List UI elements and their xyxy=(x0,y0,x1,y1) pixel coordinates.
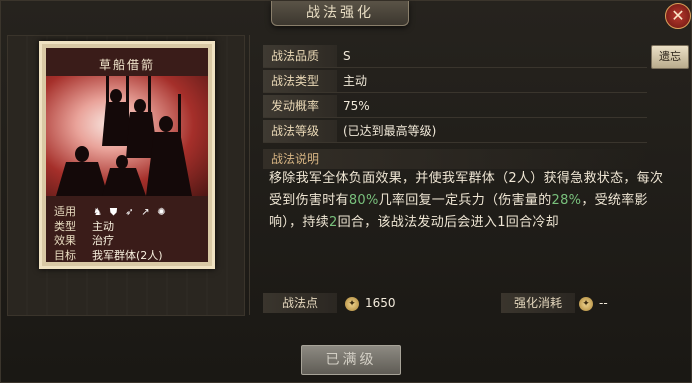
window-title: 战法强化 xyxy=(271,1,409,26)
skill-points-value: 1650 xyxy=(365,296,396,310)
stat-value: 主动 xyxy=(92,219,114,233)
stat-row-type: 类型 主动 xyxy=(54,220,204,235)
card-skill-name: 草船借箭 xyxy=(98,58,155,72)
level-value: (已达到最高等级) xyxy=(343,124,437,138)
stat-value: 我军群体(2人) xyxy=(92,248,163,262)
skill-description: 移除我军全体负面效果，并使我军群体（2人）获得急救状态，每次受到伤害时有80%几… xyxy=(269,168,673,234)
upgrade-cost-display: ✦ -- xyxy=(579,293,608,313)
stat-key: 类型 xyxy=(54,219,76,233)
type-row: 战法类型 主动 xyxy=(263,70,647,93)
upgrade-cost-row: 强化消耗 ✦ -- xyxy=(501,293,661,313)
skill-points-row: 战法点 ✦ 1650 xyxy=(263,293,453,313)
card-artwork xyxy=(46,76,208,196)
panel-divider xyxy=(249,35,250,315)
stat-value: 治疗 xyxy=(92,234,114,247)
forget-button[interactable]: 遗忘 xyxy=(651,45,689,69)
bow-icon: ➶ xyxy=(125,206,134,218)
stat-key: 适用 xyxy=(54,205,76,218)
rate-row: 发动概率 75% xyxy=(263,95,647,118)
desc-text: 回合，该战法发动后会进入1回合冷却 xyxy=(337,215,559,230)
chariot-icon: ✺ xyxy=(157,206,166,218)
type-label: 战法类型 xyxy=(263,70,337,92)
description-header: 战法说明 xyxy=(263,149,647,169)
cavalry-icon: ♞ xyxy=(93,206,102,218)
skill-enhance-window: 战法强化 ✕ 草船借箭 适用 ♞ ⛊ ➶ ↗ ✺ 类型 主动 效果 治疗 目标 … xyxy=(0,0,692,383)
skill-points-display: ✦ 1650 xyxy=(345,293,396,313)
skill-point-coin-icon: ✦ xyxy=(345,296,359,311)
quality-value: S xyxy=(343,49,351,63)
stat-row-target: 目标 我军群体(2人) xyxy=(54,249,204,263)
rate-value: 75% xyxy=(343,99,370,113)
level-row: 战法等级 (已达到最高等级) xyxy=(263,120,647,143)
shield-icon: ⛊ xyxy=(109,206,118,218)
stat-key: 效果 xyxy=(54,234,76,247)
desc-highlight-chance: 80% xyxy=(348,193,379,208)
desc-text: 几率回复一定兵力（伤害量的 xyxy=(378,193,552,208)
card-inner: 草船借箭 适用 ♞ ⛊ ➶ ↗ ✺ 类型 主动 效果 治疗 目标 我军群体(2人… xyxy=(46,48,208,262)
desc-highlight-turns: 2 xyxy=(329,215,338,230)
desc-highlight-ratio: 28% xyxy=(551,193,582,208)
rate-label: 发动概率 xyxy=(263,95,337,117)
close-button[interactable]: ✕ xyxy=(665,3,691,29)
stat-key: 目标 xyxy=(54,248,76,262)
upgrade-cost-value: -- xyxy=(599,296,608,310)
quality-label: 战法品质 xyxy=(263,45,337,67)
card-stats: 适用 ♞ ⛊ ➶ ↗ ✺ 类型 主动 效果 治疗 目标 我军群体(2人) xyxy=(54,205,204,262)
cost-coin-icon: ✦ xyxy=(579,296,593,311)
troop-type-icons: ♞ ⛊ ➶ ↗ ✺ xyxy=(92,205,167,220)
skill-card: 草船借箭 适用 ♞ ⛊ ➶ ↗ ✺ 类型 主动 效果 治疗 目标 我军群体(2人… xyxy=(39,41,215,269)
level-label: 战法等级 xyxy=(263,120,337,142)
spear-icon: ↗ xyxy=(141,206,150,218)
upgrade-cost-label: 强化消耗 xyxy=(501,293,575,313)
type-value: 主动 xyxy=(343,74,368,88)
skill-points-label: 战法点 xyxy=(263,293,337,313)
max-level-button[interactable]: 已满级 xyxy=(301,345,401,375)
quality-row: 战法品质 S xyxy=(263,45,647,68)
soldiers-silhouette-image xyxy=(56,76,192,196)
stat-row-effect: 效果 治疗 xyxy=(54,234,204,249)
stat-row-applies: 适用 ♞ ⛊ ➶ ↗ ✺ xyxy=(54,205,204,220)
